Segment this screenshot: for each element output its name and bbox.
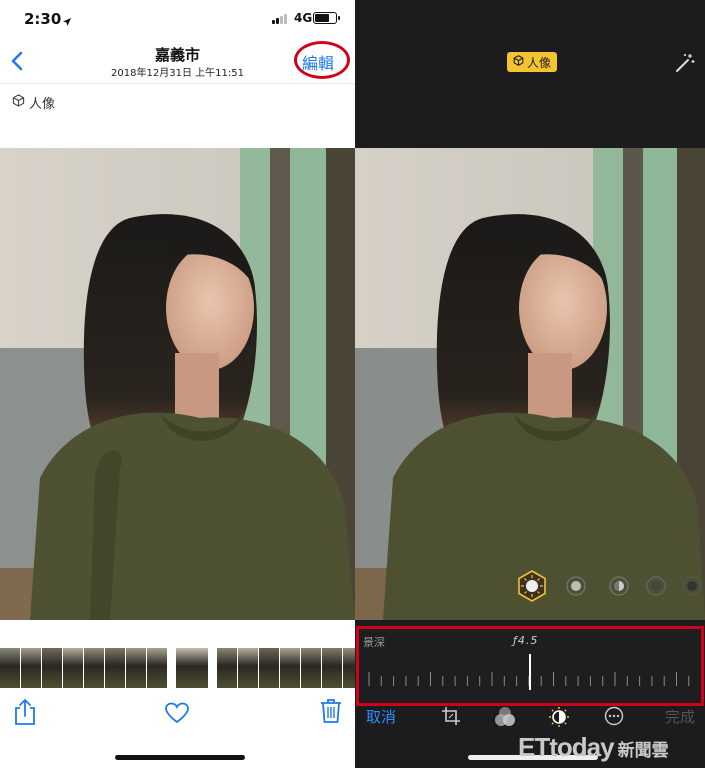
thumbnail[interactable]	[126, 648, 146, 688]
highlight-rectangle	[356, 626, 704, 706]
home-indicator	[115, 755, 245, 760]
thumbnail[interactable]	[238, 648, 258, 688]
thumbnail[interactable]	[105, 648, 125, 688]
status-bar: 2:30 4G	[0, 0, 355, 38]
thumbnail[interactable]	[147, 648, 167, 688]
more-icon[interactable]	[604, 706, 624, 730]
thumbnail[interactable]	[21, 648, 41, 688]
thumbnail-strip[interactable]	[0, 648, 355, 690]
filters-icon[interactable]	[493, 706, 517, 732]
thumbnail[interactable]	[176, 648, 208, 688]
cube-icon	[513, 55, 524, 69]
thumbnail[interactable]	[322, 648, 342, 688]
adjust-icon[interactable]	[548, 706, 570, 732]
natural-light-icon[interactable]	[516, 570, 548, 606]
share-icon[interactable]	[14, 698, 36, 730]
portrait-photo[interactable]	[0, 148, 355, 620]
crop-icon[interactable]	[441, 706, 461, 730]
thumbnail[interactable]	[84, 648, 104, 688]
thumbnail[interactable]	[280, 648, 300, 688]
signal-icon	[272, 14, 287, 24]
cancel-button[interactable]: 取消	[366, 706, 396, 727]
thumbnail[interactable]	[42, 648, 62, 688]
heart-icon[interactable]	[165, 702, 189, 728]
thumbnail[interactable]	[259, 648, 279, 688]
studio-light-icon[interactable]	[566, 576, 586, 600]
portrait-tag-label: 人像	[29, 97, 56, 112]
thumbnail[interactable]	[343, 648, 355, 688]
stage-light-icon[interactable]	[646, 576, 666, 600]
watermark: ETtoday 新聞雲	[518, 732, 669, 763]
portrait-photo-edit[interactable]	[355, 148, 705, 620]
stage-mono-light-icon[interactable]	[682, 576, 702, 600]
network-type: 4G	[294, 11, 313, 25]
thumbnail[interactable]	[63, 648, 83, 688]
portrait-badge-label: 人像	[526, 55, 551, 70]
contour-light-icon[interactable]	[609, 576, 629, 600]
watermark-brand: ETtoday	[518, 732, 615, 762]
watermark-sub: 新聞雲	[617, 741, 669, 761]
highlight-circle	[294, 41, 350, 79]
portrait-mode-tag: 人像	[12, 93, 55, 112]
portrait-lighting-selector[interactable]	[355, 570, 705, 602]
trash-icon[interactable]	[320, 698, 342, 728]
thumbnail[interactable]	[217, 648, 237, 688]
status-time: 2:30	[24, 10, 62, 28]
cube-icon	[12, 94, 25, 111]
magic-wand-icon[interactable]	[674, 52, 696, 78]
battery-icon	[313, 12, 340, 24]
portrait-editor-pane: 人像 景深 ƒ4.5 取消 完成 ETtoday 新聞雲	[355, 0, 705, 768]
done-button[interactable]: 完成	[665, 706, 695, 727]
thumbnail[interactable]	[301, 648, 321, 688]
photo-viewer-pane: 2:30 4G 嘉義市 2018年12月31日 上午11:51 編輯 人像	[0, 0, 355, 768]
navigation-bar: 嘉義市 2018年12月31日 上午11:51 編輯	[0, 38, 355, 84]
location-arrow-icon	[62, 12, 72, 31]
portrait-mode-badge[interactable]: 人像	[507, 52, 557, 72]
thumbnail[interactable]	[0, 648, 20, 688]
